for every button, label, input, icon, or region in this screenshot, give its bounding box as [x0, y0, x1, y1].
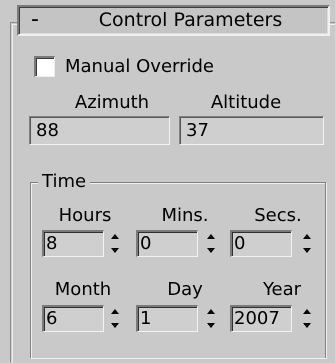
- rollout-title: Control Parameters: [98, 9, 283, 31]
- day-label: Day: [167, 279, 203, 300]
- azimuth-label: Azimuth: [74, 92, 150, 113]
- spinner-down-icon[interactable]: [204, 319, 218, 332]
- collapse-icon[interactable]: -: [27, 7, 43, 34]
- hours-label: Hours: [58, 205, 112, 226]
- spinner-up-icon[interactable]: [300, 305, 314, 318]
- year-spinner[interactable]: [300, 305, 314, 332]
- secs-field[interactable]: 0: [230, 230, 292, 257]
- manual-override-checkbox[interactable]: [34, 56, 55, 77]
- mins-spinner[interactable]: [204, 230, 218, 257]
- spinner-up-icon[interactable]: [204, 305, 218, 318]
- spinner-down-icon[interactable]: [300, 244, 314, 257]
- secs-spinner[interactable]: [300, 230, 314, 257]
- secs-label: Secs.: [254, 205, 302, 226]
- year-field[interactable]: 2007: [230, 305, 292, 332]
- time-group-title: Time: [38, 171, 91, 193]
- spinner-up-icon[interactable]: [204, 230, 218, 243]
- hours-field[interactable]: 8: [42, 230, 104, 257]
- day-field[interactable]: 1: [136, 305, 198, 332]
- spinner-down-icon[interactable]: [204, 244, 218, 257]
- mins-field[interactable]: 0: [136, 230, 198, 257]
- spinner-down-icon[interactable]: [300, 319, 314, 332]
- day-spinner[interactable]: [204, 305, 218, 332]
- hours-spinner[interactable]: [108, 230, 122, 257]
- spinner-up-icon[interactable]: [108, 230, 122, 243]
- altitude-field: 37: [179, 116, 324, 145]
- month-label: Month: [54, 279, 112, 300]
- azimuth-field: 88: [29, 116, 170, 145]
- month-spinner[interactable]: [108, 305, 122, 332]
- spinner-up-icon[interactable]: [108, 305, 122, 318]
- mins-label: Mins.: [161, 205, 209, 226]
- spinner-down-icon[interactable]: [108, 319, 122, 332]
- year-label: Year: [262, 279, 302, 300]
- rollout-title-bar[interactable]: - Control Parameters: [17, 5, 330, 36]
- manual-override-label[interactable]: Manual Override: [65, 55, 214, 79]
- spinner-up-icon[interactable]: [300, 230, 314, 243]
- month-field[interactable]: 6: [42, 305, 104, 332]
- spinner-down-icon[interactable]: [108, 244, 122, 257]
- altitude-label: Altitude: [210, 92, 282, 113]
